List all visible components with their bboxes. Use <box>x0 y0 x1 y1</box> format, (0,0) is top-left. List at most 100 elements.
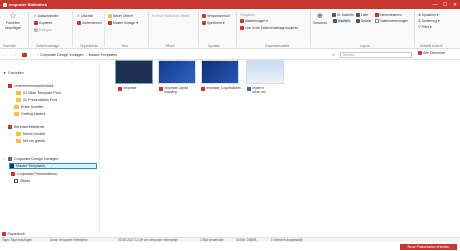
item-caption: empower Layout mapping <box>159 86 197 94</box>
tiles-label: Kacheln <box>338 19 350 23</box>
sidebar-item-slide-pool[interactable]: › 01 Slide Template Pool <box>11 90 61 96</box>
star-icon: ★ <box>3 71 7 75</box>
list-button[interactable]: Liste <box>356 13 368 17</box>
details-button[interactable]: Details <box>356 19 371 23</box>
paste-button[interactable]: Einfügen <box>34 28 52 32</box>
group-label-layout: Layout <box>360 44 370 48</box>
refresh-icon[interactable]: ↻ <box>332 53 335 57</box>
copy-link-button[interactable]: Link in die Zwischenablage kopieren <box>240 26 298 30</box>
sidebar-item-meine-inhalte[interactable]: › Meine Inhalte <box>11 131 45 137</box>
sidebar-item-getting-started[interactable]: Getting started <box>14 111 45 117</box>
breadcrumb: › Corporate Design Vorlagen › Master Tem… <box>37 52 118 57</box>
filter-dropdown[interactable]: ▽ Filter ▾ <box>418 25 432 29</box>
trash-icon <box>2 232 6 236</box>
sidebar-label: Erste Schritte <box>21 105 44 109</box>
sidebar-item-cd-vorlagen[interactable]: ⌄ Corporate Design Vorlagen <box>3 156 58 162</box>
master-template-label: Master Vorlage <box>113 21 136 25</box>
tiles-button[interactable]: Kacheln <box>332 19 351 23</box>
group-separator <box>414 11 415 47</box>
sidebar-label: Benutzerbibliothek <box>14 125 45 129</box>
sidebar-item-favoriten[interactable]: ★ Favoriten <box>3 70 24 76</box>
group-label-aktuelle-ansicht: Aktuelle Ansicht <box>420 44 443 48</box>
sidebar-label: Corporate Presentations <box>17 172 57 176</box>
close-button[interactable]: ✕ <box>450 0 460 9</box>
item-thumbnail <box>115 60 153 84</box>
languages-label: Sprachen <box>421 13 436 17</box>
rename-button[interactable]: Umbenennen <box>77 21 102 25</box>
sidebar-item-erste-schritte[interactable]: Erste Schritte <box>14 104 43 110</box>
back-button[interactable]: ← <box>3 53 7 57</box>
star-icon: ☆ <box>9 11 17 20</box>
maximize-button[interactable]: ☐ <box>440 0 450 9</box>
chevron-right-icon: › <box>11 91 12 95</box>
recycle-bin[interactable]: Papierkorb <box>2 232 25 236</box>
search-input[interactable]: Suchen... <box>340 51 412 58</box>
delete-label: Löschen <box>80 14 94 18</box>
master-template-dropdown[interactable]: Master Vorlage ▾ <box>108 21 138 25</box>
recycle-bin-label: Papierkorb <box>7 232 25 236</box>
tag-icon <box>240 19 244 23</box>
new-folder-button[interactable]: Neuer Ordner <box>108 14 133 18</box>
chevron-down-icon: ▾ <box>429 25 432 29</box>
forward-button[interactable]: → <box>9 53 13 57</box>
cut-button[interactable]: ✂ Ausschneiden <box>34 14 58 18</box>
group-label-favoriten: Favoriten <box>3 44 17 48</box>
file-extensions-checkbox[interactable]: Dateierweiterungen <box>375 19 408 23</box>
up-button[interactable]: ↑ <box>15 53 17 57</box>
link-icon <box>240 26 244 30</box>
list-label: Liste <box>361 13 368 17</box>
add-favorite-label-2: hinzufügen <box>5 26 22 30</box>
sidebar-item-presentation-pool[interactable]: › 02 Presentation Pool <box>11 97 57 103</box>
item-thumbnail <box>201 60 239 84</box>
paste-icon <box>34 28 38 32</box>
sidebar-item-benutzer[interactable]: ⌄ Benutzerbibliothek <box>3 124 44 130</box>
copy-link-label: Link in die Zwischenablage kopieren <box>245 26 299 30</box>
filter-all-label: Alle Elemente <box>423 51 446 55</box>
title-bar: empower Bibliothek — ☐ ✕ <box>0 0 460 9</box>
open-in-new-library-label: In neuer Bibliothek öffnen <box>152 14 190 18</box>
zoom-icon: ⊕ <box>316 13 323 20</box>
markings-dropdown[interactable]: Markierungen ▾ <box>240 19 268 23</box>
xl-tiles-button[interactable]: XL Kacheln <box>332 13 354 17</box>
filter-all-elements[interactable]: Alle Elemente <box>418 51 445 55</box>
breadcrumb-item[interactable]: Corporate Design Vorlagen <box>40 53 83 57</box>
group-separator <box>28 11 29 47</box>
group-label-zwischenablage: Zwischenablage <box>36 44 60 48</box>
save-icon <box>202 21 206 25</box>
chevron-down-icon: ⌄ <box>3 157 6 161</box>
sidebar-item-master-templates[interactable]: Master Templates <box>9 163 97 169</box>
element-names-checkbox[interactable]: Elementnamen <box>375 13 402 17</box>
home-icon[interactable] <box>22 52 27 57</box>
list-icon <box>356 13 360 17</box>
globe-icon: ⊕ <box>418 13 421 17</box>
open-in-new-library-button[interactable]: In neuer Bibliothek öffnen <box>152 14 189 18</box>
shares-button[interactable]: Freigaben <box>240 13 255 17</box>
folder-icon <box>16 139 21 143</box>
sidebar-item-slides[interactable]: › Slides <box>9 178 30 184</box>
save-dropdown[interactable]: Speichern ▾ <box>202 21 225 25</box>
minimize-button[interactable]: — <box>430 0 440 9</box>
new-presentation-button[interactable]: Neue Präsentation erstellen <box>400 243 457 250</box>
save-label: Speichern <box>207 21 222 25</box>
version-history-button[interactable]: Versionsverlauf <box>202 14 230 18</box>
group-label-neu: Neu <box>122 44 128 48</box>
copy-button[interactable]: Kopieren <box>34 21 52 25</box>
breadcrumb-item[interactable]: Master Templates <box>89 53 117 57</box>
sidebar-label: 02 Presentation Pool <box>23 98 58 102</box>
sidebar-item-corporate-presentations[interactable]: Corporate Presentations <box>11 171 57 177</box>
library-window: empower Bibliothek — ☐ ✕ ☆ Favoriten hin… <box>0 0 460 251</box>
bottom-bar: Neue Präsentation erstellen <box>0 242 460 251</box>
preview-button[interactable]: ⊕ Vorschau <box>313 13 327 25</box>
languages-dropdown[interactable]: ⊕ Sprachen ▾ <box>418 13 439 17</box>
tiles-icon <box>333 19 337 23</box>
sidebar-item-unternehmen[interactable]: ⌄ Unternehmensbibliothek <box>3 83 54 89</box>
sidebar-label: 01 Slide Template Pool <box>23 91 61 95</box>
sort-dropdown[interactable]: ⇅ Sortierung ▾ <box>418 19 440 23</box>
add-favorite-button[interactable]: ☆ Favoriten hinzufügen <box>5 11 22 31</box>
delete-icon: ✕ <box>77 14 80 18</box>
delete-button[interactable]: ✕ Löschen <box>77 14 93 18</box>
sidebar-item-mit-mir-geteilt[interactable]: › Mit mir geteilt <box>11 138 45 144</box>
history-icon <box>202 14 206 18</box>
group-separator <box>310 11 311 47</box>
sidebar-label: Master Templates <box>16 164 46 168</box>
